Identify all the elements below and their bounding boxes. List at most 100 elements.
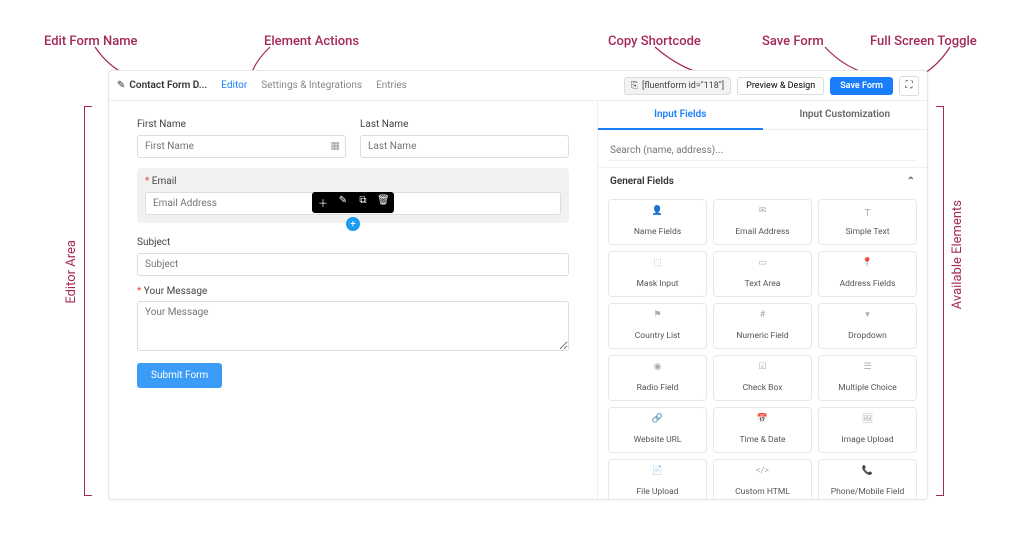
tab-entries[interactable]: Entries	[376, 72, 407, 99]
preview-button[interactable]: Preview & Design	[737, 77, 824, 95]
action-add-icon[interactable]: ＋	[317, 195, 329, 210]
submit-button[interactable]: Submit Form	[137, 363, 222, 388]
fc-label: Time & Date	[739, 435, 785, 445]
last-name-input[interactable]	[360, 135, 569, 158]
radio-icon: ◉	[611, 362, 704, 372]
fc-label: Image Upload	[841, 435, 893, 445]
field-dropdown[interactable]: ▾ Dropdown	[818, 303, 917, 349]
fc-label: Radio Field	[637, 383, 679, 393]
subject-input[interactable]	[137, 253, 569, 276]
app-window: ✎ Contact Form D... Editor Settings & In…	[108, 70, 928, 500]
mail-icon: ✉	[716, 206, 809, 216]
pin-icon: 📍	[821, 258, 914, 268]
fc-label: Name Fields	[634, 227, 681, 237]
field-phone[interactable]: 📞 Phone/Mobile Field	[818, 459, 917, 499]
field-numeric[interactable]: # Numeric Field	[713, 303, 812, 349]
search-input[interactable]	[608, 141, 917, 161]
checkbox-icon: ☑	[716, 362, 809, 372]
fc-label: Address Fields	[840, 279, 896, 289]
user-icon: 👤	[611, 206, 704, 216]
chevron-up-icon: ⌃	[907, 176, 915, 187]
tab-settings[interactable]: Settings & Integrations	[261, 72, 362, 99]
pencil-icon: ✎	[117, 80, 125, 91]
form-name-text: Contact Form D...	[129, 80, 207, 91]
action-copy-icon[interactable]: ⧉	[357, 195, 369, 210]
field-file-upload[interactable]: 📄File Upload	[608, 459, 707, 499]
textarea-icon: ▭	[716, 258, 809, 268]
field-multiple-choice[interactable]: ☰Multiple Choice	[818, 355, 917, 401]
col-last-name: Last Name	[360, 119, 569, 158]
shortcode-text: [fluentform id="118"]	[642, 81, 724, 91]
tab-input-fields[interactable]: Input Fields	[598, 101, 763, 130]
fc-label: Check Box	[743, 383, 783, 393]
hash-icon: #	[716, 310, 809, 320]
field-email-address[interactable]: ✉ Email Address	[713, 199, 812, 245]
tab-editor[interactable]: Editor	[221, 72, 247, 99]
dropdown-icon: ▾	[821, 310, 914, 320]
mask-icon: ⬚	[611, 258, 704, 268]
editor-canvas[interactable]: First Name ▦ Last Name Email ＋ ✎ ⧉	[109, 101, 597, 499]
field-address[interactable]: 📍 Address Fields	[818, 251, 917, 297]
field-image-upload[interactable]: 🖼 Image Upload	[818, 407, 917, 453]
action-edit-icon[interactable]: ✎	[337, 195, 349, 210]
fc-label: Simple Text	[845, 227, 889, 237]
save-button[interactable]: Save Form	[830, 77, 893, 95]
field-message: Your Message	[137, 286, 569, 355]
col-first-name: First Name ▦	[137, 119, 346, 158]
contact-card-icon: ▦	[331, 141, 340, 152]
field-country-list[interactable]: ⚑Country List	[608, 303, 707, 349]
fullscreen-icon: ⛶	[906, 80, 913, 91]
fc-label: Dropdown	[848, 331, 887, 341]
general-fields-grid: 👤 Name Fields ✉ Email Address Ｔ Simple Text…	[598, 195, 927, 499]
fc-label: Phone/Mobile Field	[831, 487, 905, 497]
fc-label: Custom HTML	[735, 487, 790, 497]
label-last-name: Last Name	[360, 119, 569, 130]
anno-edit-form-name: Edit Form Name	[44, 34, 138, 49]
field-checkbox[interactable]: ☑ Check Box	[713, 355, 812, 401]
fc-label: Country List	[635, 331, 680, 341]
message-input[interactable]	[137, 301, 569, 351]
row-name: First Name ▦ Last Name	[137, 119, 569, 158]
first-name-input[interactable]	[137, 135, 346, 158]
anno-element-actions: Element Actions	[264, 34, 359, 49]
shortcode-box[interactable]: ⎘ [fluentform id="118"]	[624, 77, 731, 95]
bracket-left	[84, 106, 92, 496]
fc-label: Mask Input	[636, 279, 678, 289]
field-website-url[interactable]: 🔗Website URL	[608, 407, 707, 453]
first-name-wrap: ▦	[137, 134, 346, 158]
add-element-below[interactable]: +	[346, 217, 360, 231]
bracket-right	[936, 106, 944, 496]
anno-copy-shortcode: Copy Shortcode	[608, 34, 701, 49]
image-icon: 🖼	[821, 414, 914, 424]
action-delete-icon[interactable]: 🗑	[377, 195, 389, 210]
form-name[interactable]: ✎ Contact Form D...	[117, 80, 207, 91]
field-radio[interactable]: ◉ Radio Field	[608, 355, 707, 401]
fullscreen-button[interactable]: ⛶	[899, 76, 919, 96]
calendar-icon: 📅	[716, 414, 809, 424]
fc-label: Text Area	[745, 279, 781, 289]
field-name-fields[interactable]: 👤 Name Fields	[608, 199, 707, 245]
section-general-header[interactable]: General Fields ⌃	[598, 167, 927, 195]
tab-input-customization[interactable]: Input Customization	[763, 101, 928, 130]
label-subject: Subject	[137, 237, 569, 248]
list-icon: ☰	[821, 362, 914, 372]
text-icon: Ｔ	[821, 206, 914, 216]
field-subject: Subject	[137, 237, 569, 276]
anno-save-form: Save Form	[762, 34, 824, 49]
phone-icon: 📞	[821, 466, 914, 476]
field-text-area[interactable]: ▭ Text Area	[713, 251, 812, 297]
fc-label: Website URL	[634, 435, 682, 445]
fc-label: Email Address	[735, 227, 789, 237]
field-simple-text[interactable]: Ｔ Simple Text	[818, 199, 917, 245]
field-custom-html[interactable]: </>Custom HTML	[713, 459, 812, 499]
file-icon: 📄	[611, 466, 704, 476]
fc-label: Numeric Field	[736, 331, 788, 341]
anno-editor-area: Editor Area	[64, 240, 79, 304]
field-mask-input[interactable]: ⬚ Mask Input	[608, 251, 707, 297]
body: First Name ▦ Last Name Email ＋ ✎ ⧉	[109, 101, 927, 499]
selected-field-email[interactable]: Email ＋ ✎ ⧉ 🗑 +	[137, 168, 569, 223]
topbar: ✎ Contact Form D... Editor Settings & In…	[109, 71, 927, 101]
field-time-date[interactable]: 📅 Time & Date	[713, 407, 812, 453]
elements-sidebar: Input Fields Input Customization General…	[597, 101, 927, 499]
top-tabs: Editor Settings & Integrations Entries	[221, 72, 407, 99]
